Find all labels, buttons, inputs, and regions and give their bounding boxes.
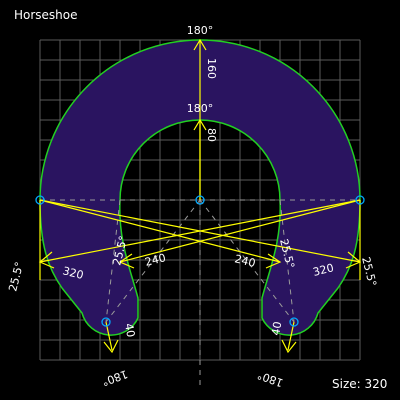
outer-angle-label: 180° (187, 24, 214, 37)
right-tip-radius-label: 40 (269, 320, 284, 336)
left-tip-radius-label: 40 (122, 322, 137, 338)
left-tip-angle-label: 180° (100, 367, 129, 388)
inner-radius-label: 80 (205, 128, 218, 142)
inner-angle-label: 180° (187, 102, 214, 115)
size-readout: Size: 320 (332, 377, 388, 391)
left-outer-angle-label: 25.5° (6, 260, 26, 292)
outer-radius-label: 160 (205, 58, 218, 79)
right-tip-angle-label: 180° (256, 368, 285, 389)
drawing-canvas[interactable]: 180° 160 180° 80 25.5° 240 25.5° 240 25.… (0, 0, 400, 400)
left-inner-length-label: 240 (144, 251, 168, 269)
right-outer-angle-label: 25.5° (359, 256, 379, 288)
